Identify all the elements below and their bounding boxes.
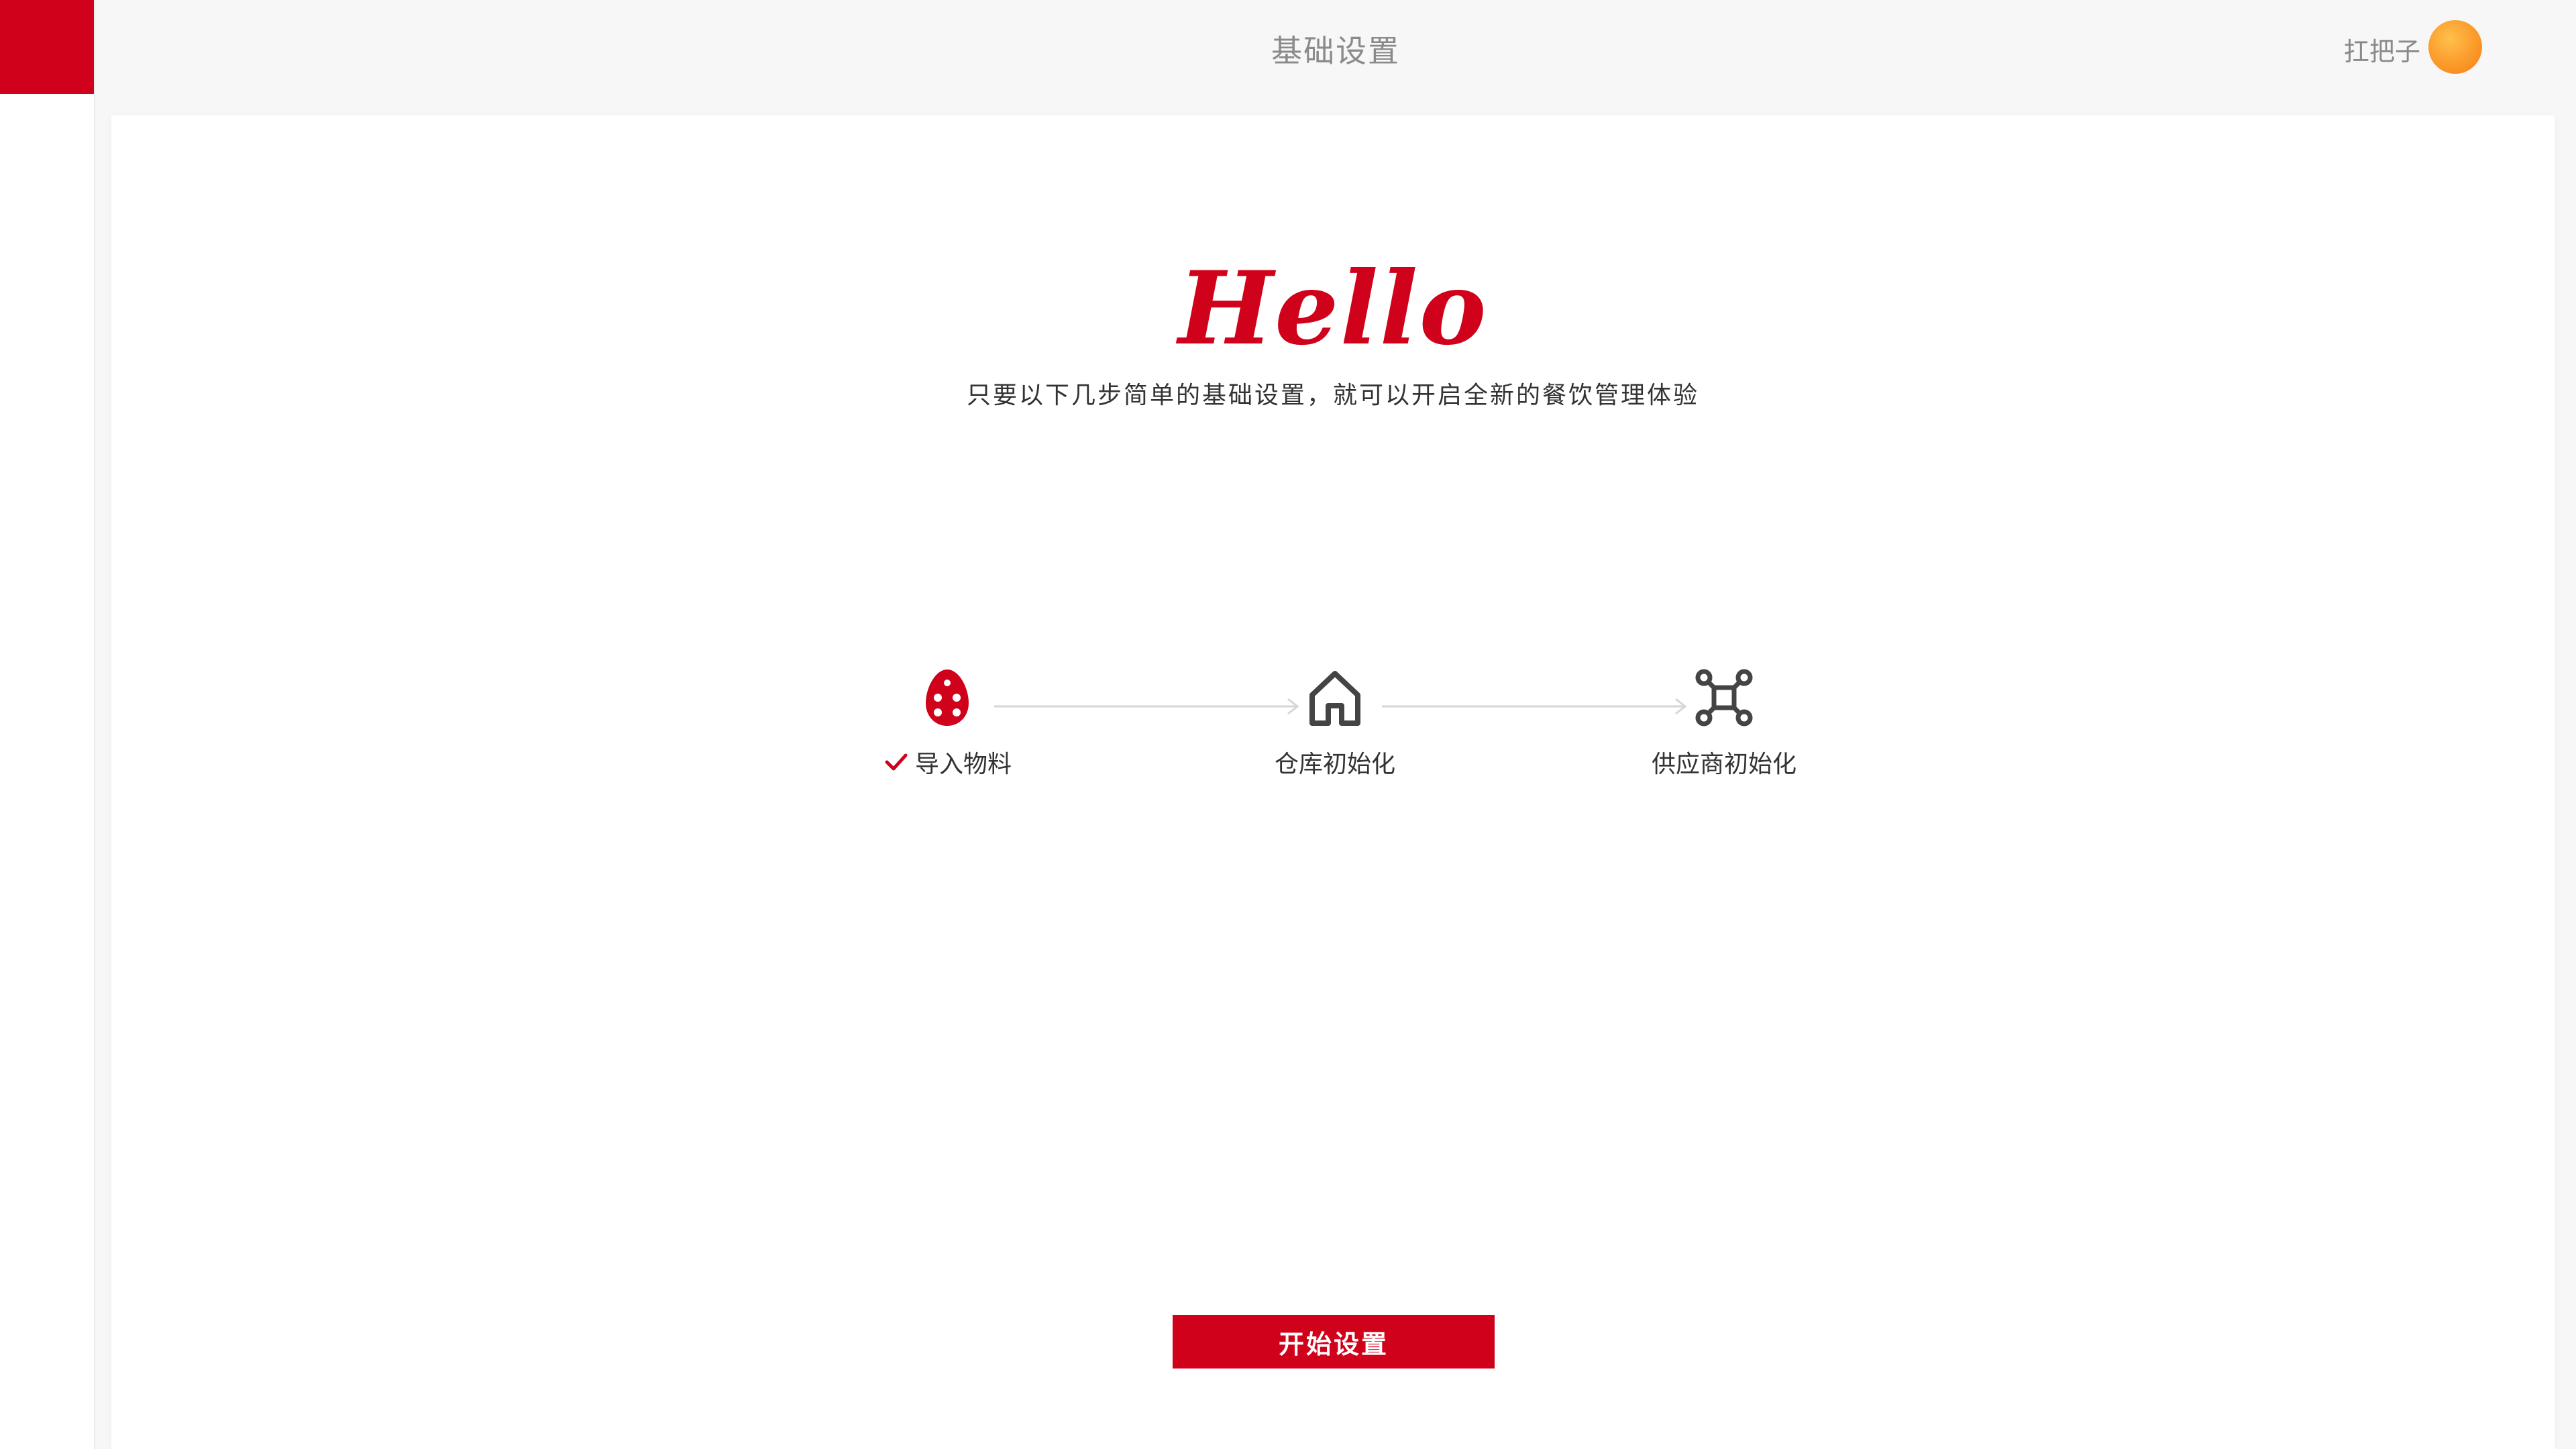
top-header: 基础设置 扛把子 xyxy=(95,0,2576,114)
step-label: 供应商初始化 xyxy=(1651,751,1796,778)
start-setup-button[interactable]: 开始设置 xyxy=(1173,1315,1495,1368)
main-content: Hello 只要以下几步简单的基础设置，就可以开启全新的餐饮管理体验 导入物料 … xyxy=(111,115,2555,1449)
step-import-materials[interactable]: 导入物料 xyxy=(813,665,1081,780)
avatar[interactable] xyxy=(2428,20,2482,74)
sidebar xyxy=(0,0,95,1449)
step-supplier-init[interactable]: 供应商初始化 xyxy=(1590,665,1858,780)
welcome-subtitle: 只要以下几步简单的基础设置，就可以开启全新的餐饮管理体验 xyxy=(966,382,1699,409)
step-warehouse-init[interactable]: 仓库初始化 xyxy=(1201,665,1469,780)
user-name[interactable]: 扛把子 xyxy=(2344,31,2420,68)
step-label: 仓库初始化 xyxy=(1274,751,1395,778)
page-title: 基础设置 xyxy=(1271,33,1400,69)
step-label-row: 导入物料 xyxy=(883,745,1012,780)
step-label-row: 仓库初始化 xyxy=(1275,745,1395,780)
step-label-row: 供应商初始化 xyxy=(1652,745,1796,780)
network-icon xyxy=(1695,669,1753,727)
egg-icon xyxy=(926,669,969,726)
brand-logo-block[interactable] xyxy=(0,0,94,94)
hello-greeting: Hello xyxy=(1178,250,1488,368)
check-icon xyxy=(885,753,908,771)
house-icon xyxy=(1309,671,1360,726)
step-label: 导入物料 xyxy=(914,751,1012,778)
